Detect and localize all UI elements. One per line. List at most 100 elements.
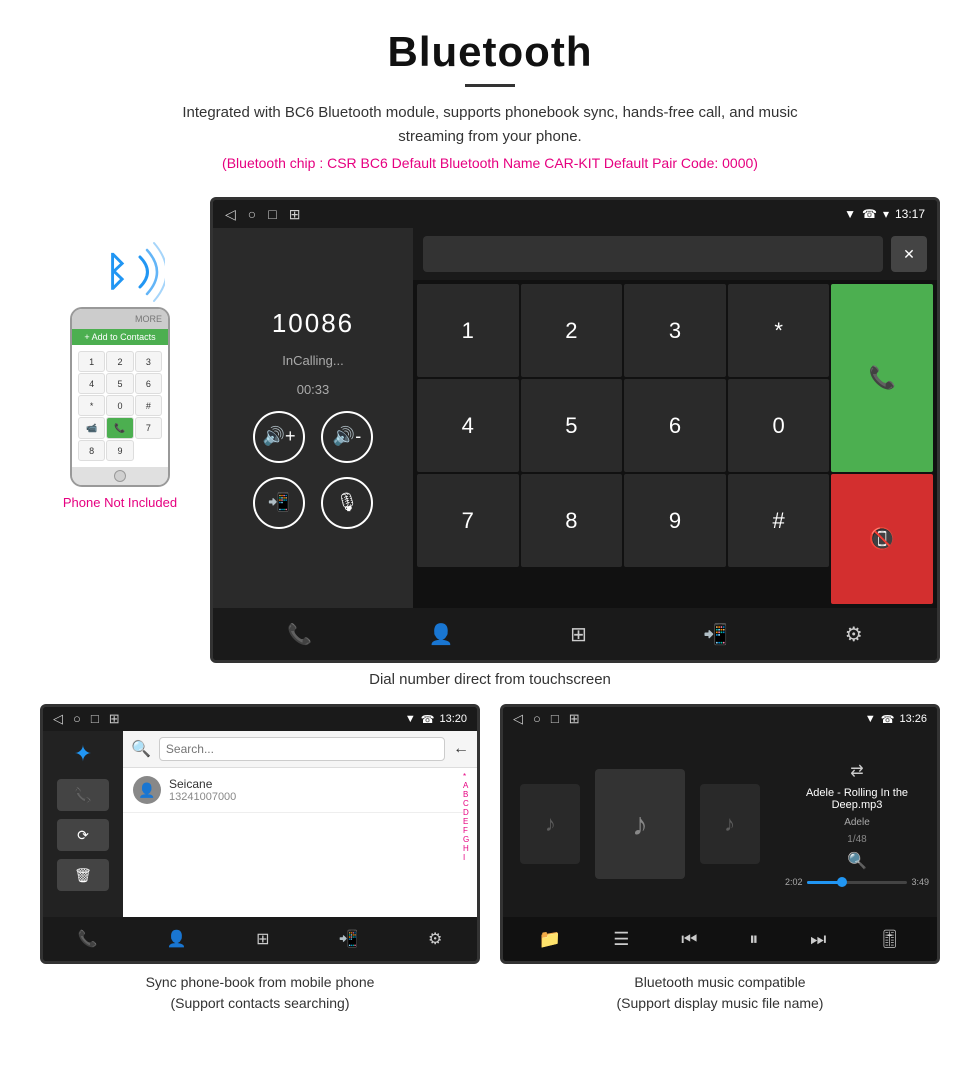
control-row-2: 📲 🎙	[253, 477, 373, 529]
pb-bottom-contacts[interactable]: 👤	[167, 929, 187, 949]
music-time-current: 2:02	[785, 877, 803, 887]
phone-illustration: ᛒ MORE + Add to Contacts 1 2 3 4 5 6 * 0…	[40, 197, 200, 510]
contact-avatar: 👤	[133, 776, 161, 804]
music-progress-container: 2:02 3:49	[785, 877, 929, 887]
ms-grid-icon: ⊞	[569, 711, 580, 727]
phone-number-display: 10086	[272, 308, 354, 339]
phonebook-main: 🔍 ← 👤 Seicane 13241007000	[123, 731, 477, 917]
bottom-dialpad-icon[interactable]: ⊞	[570, 622, 587, 647]
key-8[interactable]: 8	[521, 474, 623, 567]
phone-screen: 1 2 3 4 5 6 * 0 # 📹 📞 7 8 9	[72, 345, 168, 467]
music-artist: Adele	[844, 817, 870, 828]
phone-not-included-label: Phone Not Included	[63, 495, 177, 510]
phone-mock: MORE + Add to Contacts 1 2 3 4 5 6 * 0 #…	[70, 307, 170, 487]
music-next-icon[interactable]: ⏭	[810, 929, 826, 950]
key-1[interactable]: 1	[417, 284, 519, 377]
phone-key-7: *	[78, 395, 105, 416]
phonebook-body: ✦ 📞 ⟳ 🗑 🔍 ← 👤	[43, 731, 477, 917]
music-eq-icon[interactable]: 🎚	[878, 929, 901, 950]
pb-delete-btn[interactable]: 🗑	[57, 859, 109, 891]
music-prev-icon[interactable]: ⏮	[681, 929, 697, 950]
music-search-icon[interactable]: 🔍	[847, 851, 867, 871]
back-icon: ◁	[225, 206, 236, 223]
album-art-main: ♪	[595, 769, 685, 879]
music-title: Adele - Rolling In the Deep.mp3	[785, 787, 929, 811]
bottom-contacts-icon[interactable]: 👤	[429, 622, 454, 647]
bluetooth-icon: ✦	[74, 741, 92, 767]
pb-time: 13:20	[439, 713, 467, 725]
pb-bottom-grid[interactable]: ⊞	[256, 929, 269, 949]
ms-time: 13:26	[899, 713, 927, 725]
pb-grid-icon: ⊞	[109, 711, 120, 727]
backspace-button[interactable]: ✕	[891, 236, 927, 272]
mute-button[interactable]: 🎙	[321, 477, 373, 529]
location-icon: ▼	[844, 207, 856, 221]
call-timer: 00:33	[297, 382, 330, 397]
control-row-1: 🔊+ 🔊-	[253, 411, 373, 463]
pb-search-input[interactable]	[159, 737, 445, 761]
pb-home-icon: ○	[73, 711, 81, 727]
svg-text:ᛒ: ᛒ	[105, 250, 129, 294]
pb-bottom-transfer[interactable]: 📲	[339, 929, 359, 949]
title-underline	[465, 84, 515, 87]
music-time-total: 3:49	[911, 877, 929, 887]
phonebook-sidebar: ✦ 📞 ⟳ 🗑	[43, 731, 123, 917]
phone-key-5: 5	[106, 373, 133, 394]
bottom-calls-icon[interactable]: 📞	[287, 622, 312, 647]
key-2[interactable]: 2	[521, 284, 623, 377]
android-screen: ◁ ○ □ ⊞ ▼ ☎ ▾ 13:17 10086 InCalling... 0…	[210, 197, 940, 663]
key-zero[interactable]: 0	[728, 379, 830, 472]
key-star[interactable]: *	[728, 284, 830, 377]
pb-back-icon: ◁	[53, 711, 63, 727]
key-5[interactable]: 5	[521, 379, 623, 472]
pb-caption-line1: Sync phone-book from mobile phone	[146, 974, 375, 990]
bottom-transfer-icon[interactable]: 📲	[703, 622, 728, 647]
search-icon: 🔍	[131, 739, 151, 759]
ms-back-icon: ◁	[513, 711, 523, 727]
phone-key-8b: 8	[78, 440, 105, 461]
phonebook-screen: ◁ ○ □ ⊞ ▼ ☎ 13:20 ✦ 📞 ⟳ 🗑	[40, 704, 480, 964]
volume-up-button[interactable]: 🔊+	[253, 411, 305, 463]
music-track-info: 1/48	[847, 834, 866, 845]
key-4[interactable]: 4	[417, 379, 519, 472]
ms-call-icon: ☎	[881, 713, 895, 726]
key-hash[interactable]: #	[728, 474, 830, 567]
key-3[interactable]: 3	[624, 284, 726, 377]
key-9[interactable]: 9	[624, 474, 726, 567]
key-6[interactable]: 6	[624, 379, 726, 472]
bottom-settings-icon[interactable]: ⚙	[845, 622, 863, 647]
android-status-bar: ◁ ○ □ ⊞ ▼ ☎ ▾ 13:17	[213, 200, 937, 228]
music-shuffle-icon: ⇄	[850, 761, 863, 781]
music-info-panel: ⇄ Adele - Rolling In the Deep.mp3 Adele …	[777, 731, 937, 917]
pb-bottom-settings[interactable]: ⚙	[428, 929, 442, 949]
page-specs: (Bluetooth chip : CSR BC6 Default Blueto…	[20, 155, 960, 171]
recents-icon: □	[268, 206, 276, 223]
dialer-input-box[interactable]	[423, 236, 883, 272]
phone-bottom-bar	[72, 467, 168, 485]
calling-status: InCalling...	[282, 353, 343, 368]
page-header: Bluetooth Integrated with BC6 Bluetooth …	[0, 0, 980, 197]
pb-sync-btn[interactable]: ⟳	[57, 819, 109, 851]
pb-bottom-calls[interactable]: 📞	[78, 929, 98, 949]
phone-key-6: 6	[135, 373, 162, 394]
ms-loc-icon: ▼	[865, 713, 876, 725]
phone-key-9b: 9	[106, 440, 133, 461]
volume-down-button[interactable]: 🔊-	[321, 411, 373, 463]
pb-search-bar: 🔍 ←	[123, 731, 477, 768]
music-play-icon[interactable]: ⏸	[749, 929, 758, 950]
transfer-button[interactable]: 📲	[253, 477, 305, 529]
music-screen: ◁ ○ □ ⊞ ▼ ☎ 13:26 ♪ ♪ ♪	[500, 704, 940, 964]
wifi-icon: ▾	[883, 207, 889, 221]
call-icon: ☎	[862, 207, 877, 221]
phone-key-3: 3	[135, 351, 162, 372]
phone-key-call: 📞	[106, 417, 133, 439]
music-list-icon[interactable]: ☰	[613, 929, 629, 950]
key-7[interactable]: 7	[417, 474, 519, 567]
pb-recents-icon: □	[91, 711, 99, 727]
key-call-green[interactable]: 📞	[831, 284, 933, 472]
pb-call-btn[interactable]: 📞	[57, 779, 109, 811]
key-call-red[interactable]: 📵	[831, 474, 933, 604]
music-progress-bar[interactable]	[807, 881, 908, 884]
phone-home-button	[114, 470, 126, 482]
music-folder-icon[interactable]: 📁	[539, 929, 561, 950]
